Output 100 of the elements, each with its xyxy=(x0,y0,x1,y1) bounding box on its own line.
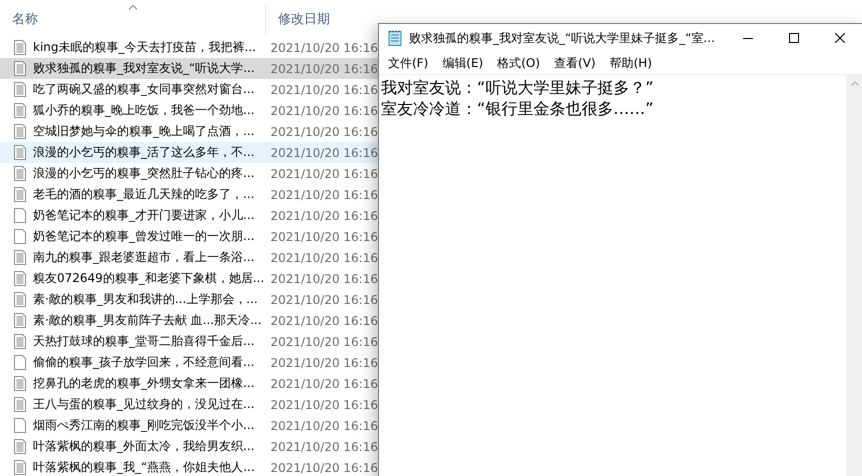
modified-date: 2021/10/20 16:16 xyxy=(270,104,378,118)
maximize-icon xyxy=(789,33,799,43)
menu-item[interactable]: 查看(V) xyxy=(547,53,603,73)
modified-date: 2021/10/20 16:16 xyxy=(270,230,378,244)
file-row[interactable]: 叶落紫枫的糗事_外面太冷，我给男友织... 2021/10/20 16:16 xyxy=(0,436,378,457)
text-file-icon xyxy=(14,124,26,139)
column-header[interactable]: 名称 xyxy=(0,4,266,34)
file-name: 叶落紫枫的糗事_我_“燕燕，你姐夫他人... xyxy=(33,459,256,476)
text-file-icon xyxy=(14,166,26,181)
column-header[interactable]: 修改日期 xyxy=(266,4,378,34)
text-file-icon xyxy=(14,292,26,307)
menu-item[interactable]: 格式(O) xyxy=(490,53,548,73)
file-name: 偷偷的糗事_孩子放学回来，不经意间看... xyxy=(33,354,256,371)
modified-date: 2021/10/20 16:16 xyxy=(270,314,378,328)
file-name: 奶爸笔记本的糗事_才开门要进家，小儿... xyxy=(33,207,256,224)
file-row[interactable]: 偷偷的糗事_孩子放学回来，不经意间看... 2021/10/20 16:16 xyxy=(0,352,378,373)
file-name: 素·敵的糗事_男友前阵子去献 血...那天冷... xyxy=(33,312,263,329)
file-name: 老毛的酒的糗事_最近几天辣的吃多了，... xyxy=(33,186,256,203)
file-name: 烟雨ぺ秀江南的糗事_刚吃完饭没半个小... xyxy=(33,417,256,434)
scroll-up-icon[interactable] xyxy=(850,81,858,86)
blank-file-icon xyxy=(14,418,26,433)
file-name: 叶落紫枫的糗事_外面太冷，我给男友织... xyxy=(33,438,256,455)
text-file-icon xyxy=(14,61,26,76)
text-file-icon xyxy=(14,103,26,118)
scrollbar[interactable] xyxy=(846,75,862,476)
file-row[interactable]: 素·敵的糗事_男友和我讲的...上学那会，... 2021/10/20 16:16 xyxy=(0,289,378,310)
text-file-icon xyxy=(14,313,26,328)
modified-date: 2021/10/20 16:16 xyxy=(270,292,378,306)
file-name: 素·敵的糗事_男友和我讲的...上学那会，... xyxy=(33,291,259,308)
file-row[interactable]: 浪漫的小乞丐的糗事_活了这么多年，不... 2021/10/20 16:16 xyxy=(0,142,378,163)
file-name: 奶爸笔记本的糗事_曾发过唯一的一次朋... xyxy=(33,228,256,245)
modified-date: 2021/10/20 16:16 xyxy=(270,440,378,454)
text-file-icon xyxy=(14,145,26,160)
file-name: 空城旧梦她与伞的糗事_晚上喝了点酒，... xyxy=(33,123,256,140)
modified-date: 2021/10/20 16:16 xyxy=(270,146,378,160)
menu-item[interactable]: 帮助(H) xyxy=(602,53,659,73)
text-file-icon xyxy=(14,334,26,349)
modified-date: 2021/10/20 16:16 xyxy=(270,460,378,474)
menu-item[interactable]: 编辑(E) xyxy=(435,53,490,73)
text-file-icon xyxy=(14,439,26,454)
file-name: 王八与蛋的糗事_见过纹身的，没见过在... xyxy=(33,396,256,413)
window-title: 败求独孤的糗事_我对室友说_“听说大学里妹子挺多_“室... xyxy=(409,30,716,46)
text-file-icon xyxy=(14,187,26,202)
file-name: 南九的糗事_跟老婆逛超市，看上一条浴... xyxy=(33,249,256,266)
file-name: 吃了两碗又盛的糗事_女同事突然对窗台... xyxy=(33,81,256,98)
file-row[interactable]: 糗友072649的糗事_和老婆下象棋，她居... 2021/10/20 16:16 xyxy=(0,268,378,289)
blank-file-icon xyxy=(14,208,26,223)
sort-ascending-icon xyxy=(128,4,138,10)
file-row[interactable]: 王八与蛋的糗事_见过纹身的，没见过在... 2021/10/20 16:16 xyxy=(0,394,378,415)
modified-date: 2021/10/20 16:16 xyxy=(270,272,378,286)
file-row[interactable]: 败求独孤的糗事_我对室友说_“听说大学... 2021/10/20 16:16 xyxy=(0,58,378,79)
file-row[interactable]: 天热打鼓球的糗事_堂哥二胎喜得千金后... 2021/10/20 16:16 xyxy=(0,331,378,352)
modified-date: 2021/10/20 16:16 xyxy=(270,334,378,348)
blank-file-icon xyxy=(14,229,26,244)
file-name: 糗友072649的糗事_和老婆下象棋，她居... xyxy=(33,270,266,287)
file-name: king未眠的糗事_今天去打疫苗，我把裤... xyxy=(33,39,257,56)
file-name: 挖鼻孔的老虎的糗事_外甥女拿来一团橡... xyxy=(33,375,256,392)
modified-date: 2021/10/20 16:16 xyxy=(270,82,378,96)
menu-item[interactable]: 文件(F) xyxy=(381,53,436,73)
file-row[interactable]: 素·敵的糗事_男友前阵子去献 血...那天冷... 2021/10/20 16:16 xyxy=(0,310,378,331)
file-name: 浪漫的小乞丐的糗事_突然肚子钻心的疼... xyxy=(33,165,256,182)
file-row[interactable]: 奶爸笔记本的糗事_曾发过唯一的一次朋... 2021/10/20 16:16 xyxy=(0,226,378,247)
modified-date: 2021/10/20 16:16 xyxy=(270,188,378,202)
modified-date: 2021/10/20 16:16 xyxy=(270,62,378,76)
file-row[interactable]: 挖鼻孔的老虎的糗事_外甥女拿来一团橡... 2021/10/20 16:16 xyxy=(0,373,378,394)
file-row[interactable]: 烟雨ぺ秀江南的糗事_刚吃完饭没半个小... 2021/10/20 16:16 xyxy=(0,415,378,436)
file-row[interactable]: 狐小乔的糗事_晚上吃饭，我爸一个劲地... 2021/10/20 16:16 xyxy=(0,100,378,121)
file-row[interactable]: 叶落紫枫的糗事_我_“燕燕，你姐夫他人... 2021/10/20 16:16 xyxy=(0,457,378,476)
blank-file-icon xyxy=(14,355,26,370)
text-file-icon xyxy=(14,397,26,412)
modified-date: 2021/10/20 16:16 xyxy=(270,40,378,54)
modified-date: 2021/10/20 16:16 xyxy=(270,398,378,412)
text-line: 我对室友说：“听说大学里妹子挺多？” xyxy=(381,77,655,98)
notepad-icon xyxy=(387,30,403,46)
file-row[interactable]: 南九的糗事_跟老婆逛超市，看上一条浴... 2021/10/20 16:16 xyxy=(0,247,378,268)
file-name: 天热打鼓球的糗事_堂哥二胎喜得千金后... xyxy=(33,333,256,350)
file-row[interactable]: 浪漫的小乞丐的糗事_突然肚子钻心的疼... 2021/10/20 16:16 xyxy=(0,163,378,184)
modified-date: 2021/10/20 16:16 xyxy=(270,208,378,222)
file-name: 狐小乔的糗事_晚上吃饭，我爸一个劲地... xyxy=(33,102,256,119)
file-row[interactable]: 奶爸笔记本的糗事_才开门要进家，小儿... 2021/10/20 16:16 xyxy=(0,205,378,226)
close-icon xyxy=(835,33,845,43)
file-row[interactable]: 吃了两碗又盛的糗事_女同事突然对窗台... 2021/10/20 16:16 xyxy=(0,79,378,100)
modified-date: 2021/10/20 16:16 xyxy=(270,356,378,370)
modified-date: 2021/10/20 16:16 xyxy=(270,376,378,390)
text-file-icon xyxy=(14,40,26,55)
file-row[interactable]: king未眠的糗事_今天去打疫苗，我把裤... 2021/10/20 16:16 xyxy=(0,37,378,58)
text-file-icon xyxy=(14,376,26,391)
modified-date: 2021/10/20 16:16 xyxy=(270,166,378,180)
modified-date: 2021/10/20 16:16 xyxy=(270,250,378,264)
file-row[interactable]: 老毛的酒的糗事_最近几天辣的吃多了，... 2021/10/20 16:16 xyxy=(0,184,378,205)
text-file-icon xyxy=(14,250,26,265)
text-file-icon xyxy=(14,271,26,286)
modified-date: 2021/10/20 16:16 xyxy=(270,124,378,138)
modified-date: 2021/10/20 16:16 xyxy=(270,418,378,432)
text-line: 室友冷冷道：“银行里金条也很多……” xyxy=(381,98,655,119)
file-name: 败求独孤的糗事_我对室友说_“听说大学... xyxy=(33,60,256,77)
text-editor[interactable]: 我对室友说：“听说大学里妹子挺多？” 室友冷冷道：“银行里金条也很多……” xyxy=(379,75,846,476)
file-name: 浪漫的小乞丐的糗事_活了这么多年，不... xyxy=(33,144,256,161)
text-file-icon xyxy=(14,82,26,97)
file-row[interactable]: 空城旧梦她与伞的糗事_晚上喝了点酒，... 2021/10/20 16:16 xyxy=(0,121,378,142)
